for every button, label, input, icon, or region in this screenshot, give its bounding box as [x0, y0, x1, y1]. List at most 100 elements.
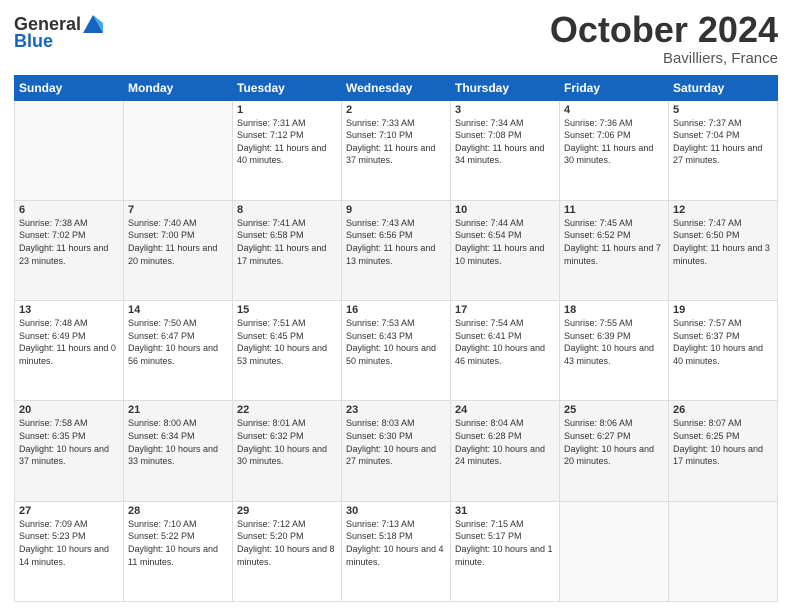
cell-4-2: 29Sunrise: 7:12 AMSunset: 5:20 PMDayligh… [233, 501, 342, 601]
day-info-1: Sunrise: 7:31 AMSunset: 7:12 PMDaylight:… [237, 117, 337, 167]
cell-2-3: 16Sunrise: 7:53 AMSunset: 6:43 PMDayligh… [342, 301, 451, 401]
day-number-28: 28 [128, 505, 228, 517]
day-info-11: Sunrise: 7:45 AMSunset: 6:52 PMDaylight:… [564, 217, 664, 267]
cell-3-6: 26Sunrise: 8:07 AMSunset: 6:25 PMDayligh… [669, 401, 778, 501]
day-info-22: Sunrise: 8:01 AMSunset: 6:32 PMDaylight:… [237, 417, 337, 467]
day-info-4: Sunrise: 7:36 AMSunset: 7:06 PMDaylight:… [564, 117, 664, 167]
day-info-28: Sunrise: 7:10 AMSunset: 5:22 PMDaylight:… [128, 518, 228, 568]
week-row-4: 27Sunrise: 7:09 AMSunset: 5:23 PMDayligh… [15, 501, 778, 601]
day-number-1: 1 [237, 104, 337, 116]
day-info-12: Sunrise: 7:47 AMSunset: 6:50 PMDaylight:… [673, 217, 773, 267]
cell-1-6: 12Sunrise: 7:47 AMSunset: 6:50 PMDayligh… [669, 200, 778, 300]
day-number-8: 8 [237, 204, 337, 216]
cell-0-0 [15, 100, 124, 200]
day-number-31: 31 [455, 505, 555, 517]
logo-icon [83, 15, 103, 33]
day-number-13: 13 [19, 304, 119, 316]
day-info-20: Sunrise: 7:58 AMSunset: 6:35 PMDaylight:… [19, 417, 119, 467]
day-info-18: Sunrise: 7:55 AMSunset: 6:39 PMDaylight:… [564, 317, 664, 367]
header-monday: Monday [124, 75, 233, 100]
day-info-3: Sunrise: 7:34 AMSunset: 7:08 PMDaylight:… [455, 117, 555, 167]
day-number-20: 20 [19, 404, 119, 416]
day-info-26: Sunrise: 8:07 AMSunset: 6:25 PMDaylight:… [673, 417, 773, 467]
logo: General Blue [14, 14, 103, 52]
header-wednesday: Wednesday [342, 75, 451, 100]
day-number-17: 17 [455, 304, 555, 316]
day-info-5: Sunrise: 7:37 AMSunset: 7:04 PMDaylight:… [673, 117, 773, 167]
day-number-5: 5 [673, 104, 773, 116]
day-number-6: 6 [19, 204, 119, 216]
cell-2-0: 13Sunrise: 7:48 AMSunset: 6:49 PMDayligh… [15, 301, 124, 401]
cell-4-1: 28Sunrise: 7:10 AMSunset: 5:22 PMDayligh… [124, 501, 233, 601]
cell-1-3: 9Sunrise: 7:43 AMSunset: 6:56 PMDaylight… [342, 200, 451, 300]
cell-2-4: 17Sunrise: 7:54 AMSunset: 6:41 PMDayligh… [451, 301, 560, 401]
day-number-29: 29 [237, 505, 337, 517]
day-info-29: Sunrise: 7:12 AMSunset: 5:20 PMDaylight:… [237, 518, 337, 568]
cell-1-1: 7Sunrise: 7:40 AMSunset: 7:00 PMDaylight… [124, 200, 233, 300]
cell-4-5 [560, 501, 669, 601]
cell-1-0: 6Sunrise: 7:38 AMSunset: 7:02 PMDaylight… [15, 200, 124, 300]
day-number-22: 22 [237, 404, 337, 416]
header-thursday: Thursday [451, 75, 560, 100]
day-number-19: 19 [673, 304, 773, 316]
cell-3-0: 20Sunrise: 7:58 AMSunset: 6:35 PMDayligh… [15, 401, 124, 501]
day-info-17: Sunrise: 7:54 AMSunset: 6:41 PMDaylight:… [455, 317, 555, 367]
day-number-14: 14 [128, 304, 228, 316]
day-number-24: 24 [455, 404, 555, 416]
day-info-21: Sunrise: 8:00 AMSunset: 6:34 PMDaylight:… [128, 417, 228, 467]
day-info-7: Sunrise: 7:40 AMSunset: 7:00 PMDaylight:… [128, 217, 228, 267]
day-number-25: 25 [564, 404, 664, 416]
cell-4-4: 31Sunrise: 7:15 AMSunset: 5:17 PMDayligh… [451, 501, 560, 601]
location: Bavilliers, France [550, 50, 778, 67]
title-block: October 2024 Bavilliers, France [550, 10, 778, 67]
day-number-10: 10 [455, 204, 555, 216]
cell-2-2: 15Sunrise: 7:51 AMSunset: 6:45 PMDayligh… [233, 301, 342, 401]
cell-4-0: 27Sunrise: 7:09 AMSunset: 5:23 PMDayligh… [15, 501, 124, 601]
day-number-4: 4 [564, 104, 664, 116]
day-info-9: Sunrise: 7:43 AMSunset: 6:56 PMDaylight:… [346, 217, 446, 267]
day-number-7: 7 [128, 204, 228, 216]
day-info-19: Sunrise: 7:57 AMSunset: 6:37 PMDaylight:… [673, 317, 773, 367]
cell-1-4: 10Sunrise: 7:44 AMSunset: 6:54 PMDayligh… [451, 200, 560, 300]
cell-1-5: 11Sunrise: 7:45 AMSunset: 6:52 PMDayligh… [560, 200, 669, 300]
header-saturday: Saturday [669, 75, 778, 100]
day-info-8: Sunrise: 7:41 AMSunset: 6:58 PMDaylight:… [237, 217, 337, 267]
cell-3-2: 22Sunrise: 8:01 AMSunset: 6:32 PMDayligh… [233, 401, 342, 501]
day-info-27: Sunrise: 7:09 AMSunset: 5:23 PMDaylight:… [19, 518, 119, 568]
day-info-6: Sunrise: 7:38 AMSunset: 7:02 PMDaylight:… [19, 217, 119, 267]
day-info-14: Sunrise: 7:50 AMSunset: 6:47 PMDaylight:… [128, 317, 228, 367]
cell-4-6 [669, 501, 778, 601]
cell-3-5: 25Sunrise: 8:06 AMSunset: 6:27 PMDayligh… [560, 401, 669, 501]
day-info-24: Sunrise: 8:04 AMSunset: 6:28 PMDaylight:… [455, 417, 555, 467]
day-number-15: 15 [237, 304, 337, 316]
cell-3-3: 23Sunrise: 8:03 AMSunset: 6:30 PMDayligh… [342, 401, 451, 501]
day-number-30: 30 [346, 505, 446, 517]
day-info-10: Sunrise: 7:44 AMSunset: 6:54 PMDaylight:… [455, 217, 555, 267]
day-number-9: 9 [346, 204, 446, 216]
cell-0-5: 4Sunrise: 7:36 AMSunset: 7:06 PMDaylight… [560, 100, 669, 200]
day-number-18: 18 [564, 304, 664, 316]
day-number-11: 11 [564, 204, 664, 216]
day-number-16: 16 [346, 304, 446, 316]
day-info-15: Sunrise: 7:51 AMSunset: 6:45 PMDaylight:… [237, 317, 337, 367]
cell-0-1 [124, 100, 233, 200]
day-number-21: 21 [128, 404, 228, 416]
month-title: October 2024 [550, 10, 778, 50]
day-info-30: Sunrise: 7:13 AMSunset: 5:18 PMDaylight:… [346, 518, 446, 568]
header-tuesday: Tuesday [233, 75, 342, 100]
header: General Blue October 2024 Bavilliers, Fr… [14, 10, 778, 67]
week-row-3: 20Sunrise: 7:58 AMSunset: 6:35 PMDayligh… [15, 401, 778, 501]
cell-3-4: 24Sunrise: 8:04 AMSunset: 6:28 PMDayligh… [451, 401, 560, 501]
week-row-1: 6Sunrise: 7:38 AMSunset: 7:02 PMDaylight… [15, 200, 778, 300]
cell-2-5: 18Sunrise: 7:55 AMSunset: 6:39 PMDayligh… [560, 301, 669, 401]
calendar-header-row: Sunday Monday Tuesday Wednesday Thursday… [15, 75, 778, 100]
day-info-13: Sunrise: 7:48 AMSunset: 6:49 PMDaylight:… [19, 317, 119, 367]
cell-2-1: 14Sunrise: 7:50 AMSunset: 6:47 PMDayligh… [124, 301, 233, 401]
cell-0-3: 2Sunrise: 7:33 AMSunset: 7:10 PMDaylight… [342, 100, 451, 200]
day-number-3: 3 [455, 104, 555, 116]
cell-4-3: 30Sunrise: 7:13 AMSunset: 5:18 PMDayligh… [342, 501, 451, 601]
day-number-12: 12 [673, 204, 773, 216]
cell-3-1: 21Sunrise: 8:00 AMSunset: 6:34 PMDayligh… [124, 401, 233, 501]
day-number-2: 2 [346, 104, 446, 116]
header-sunday: Sunday [15, 75, 124, 100]
